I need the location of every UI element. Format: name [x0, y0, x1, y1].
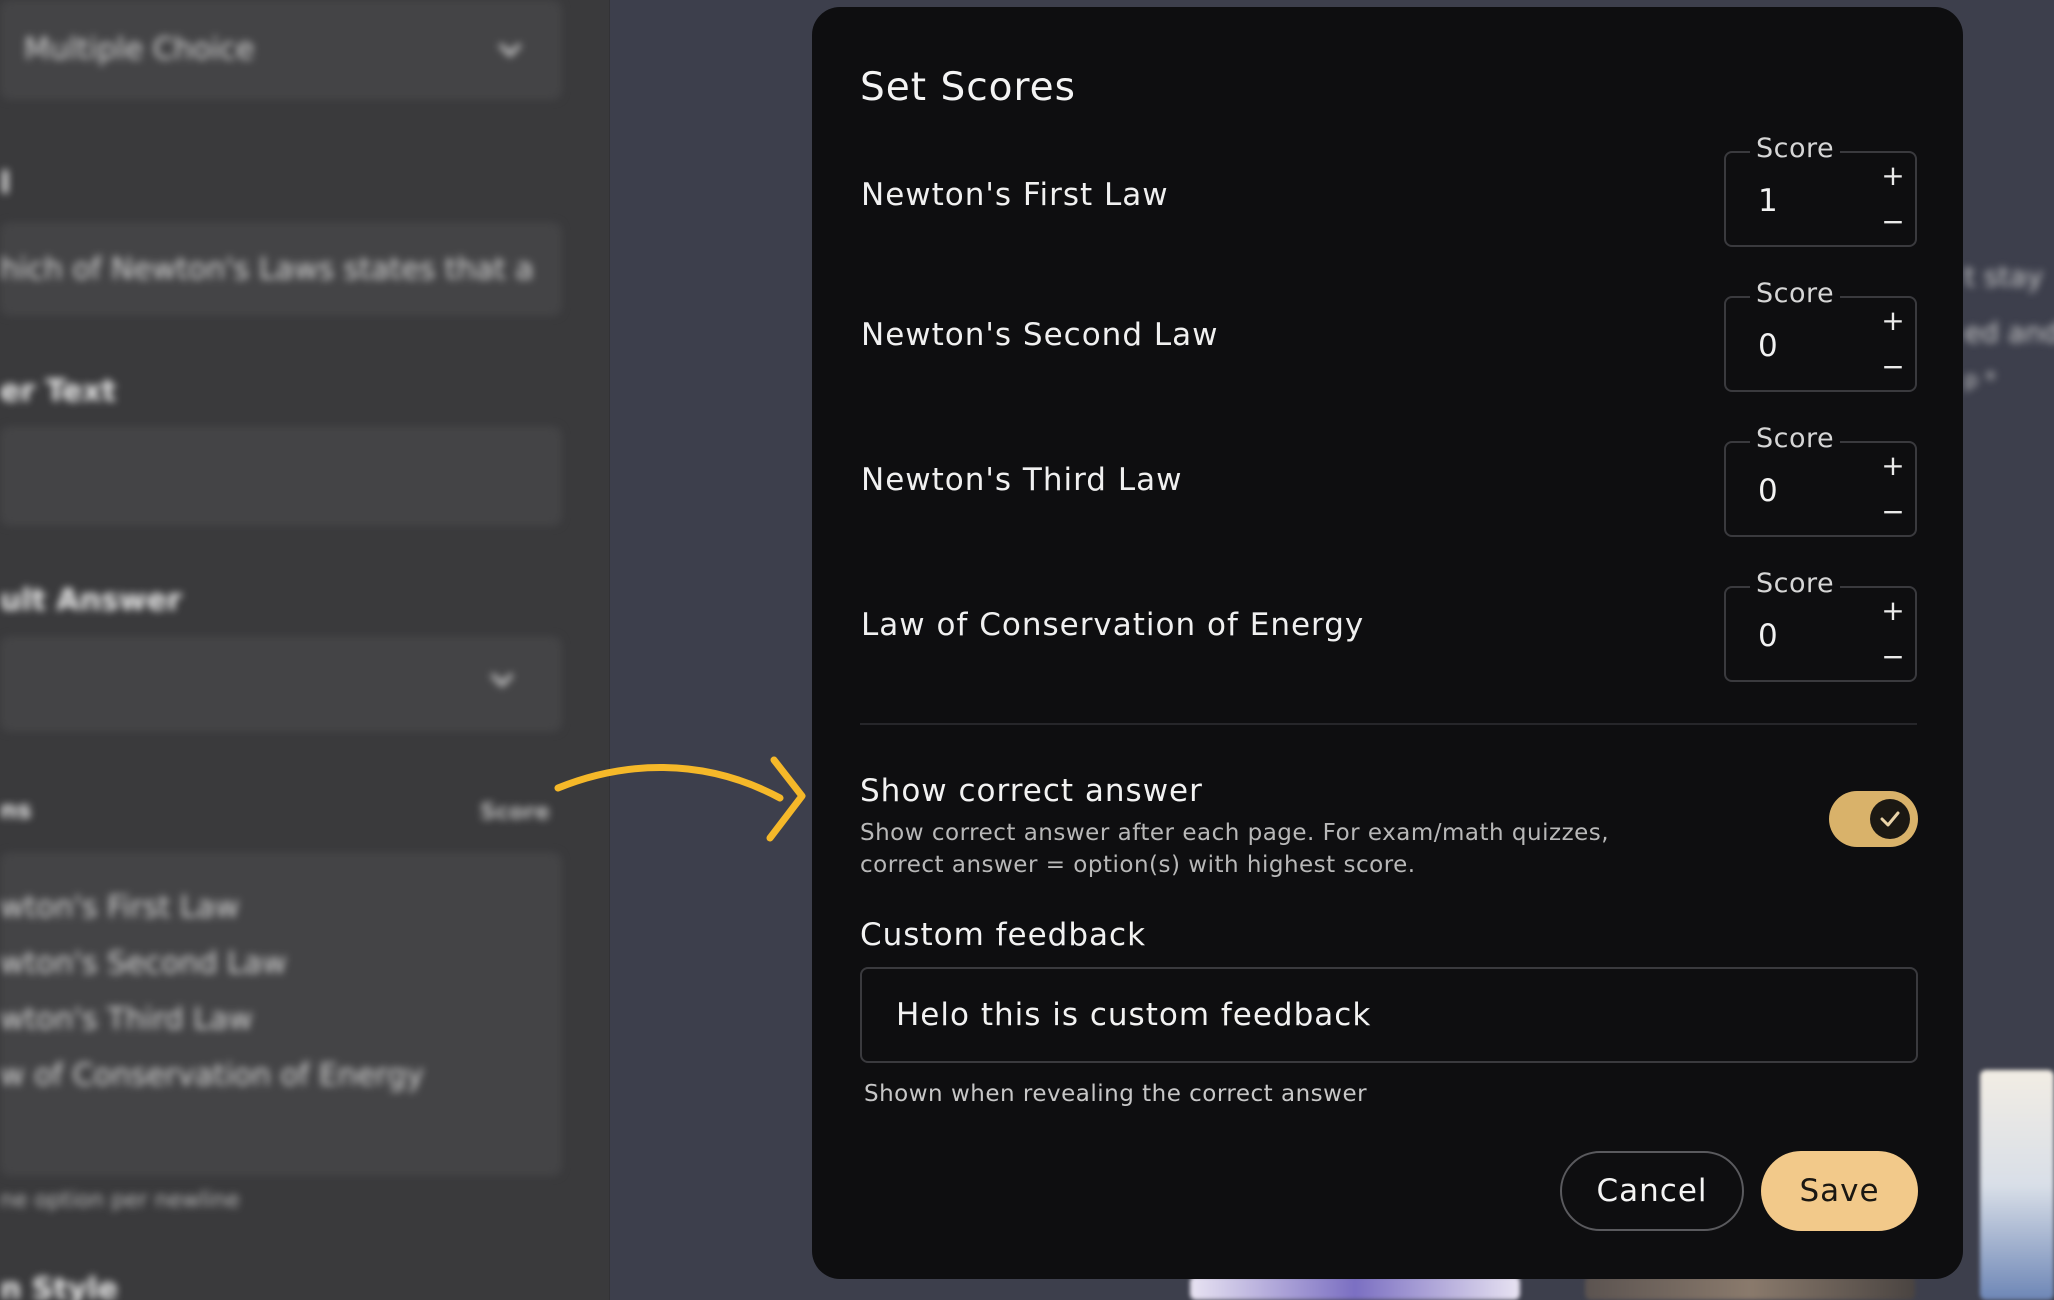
placeholder-text-field	[0, 426, 562, 526]
question-type-value: Multiple Choice	[24, 32, 255, 67]
background-image-card	[1190, 1276, 1520, 1300]
background-text: p *	[1964, 368, 1996, 393]
checkmark-icon	[1880, 811, 1900, 827]
question-type-select: Multiple Choice	[0, 0, 562, 100]
score-value: 0	[1758, 473, 1778, 509]
options-textarea: wton's First Law wton's Second Law wton'…	[0, 852, 562, 1176]
decrement-button[interactable]: −	[1871, 489, 1915, 535]
save-button[interactable]: Save	[1761, 1151, 1918, 1231]
score-value: 0	[1758, 618, 1778, 654]
score-field-label: Score	[1750, 423, 1841, 454]
score-stepper: + −	[1871, 588, 1915, 680]
chevron-down-icon	[490, 664, 514, 688]
show-correct-answer-title: Show correct answer	[860, 773, 1203, 809]
increment-button[interactable]: +	[1871, 298, 1915, 344]
score-field-label: Score	[1750, 568, 1841, 599]
option-label: Newton's Third Law	[861, 462, 1183, 498]
default-answer-label: ult Answer	[0, 583, 182, 618]
score-stepper: + −	[1871, 443, 1915, 535]
option-line: wton's Third Law	[0, 1002, 253, 1037]
background-image-card	[1585, 1276, 1915, 1300]
decrement-button[interactable]: −	[1871, 344, 1915, 390]
score-stepper: + −	[1871, 153, 1915, 245]
background-image-card	[1980, 1070, 2054, 1300]
set-scores-dialog: Set Scores Newton's First Law Score 1 + …	[812, 7, 1963, 1279]
question-label: l	[0, 166, 11, 201]
score-stepper: + −	[1871, 298, 1915, 390]
score-input[interactable]: Score 0 + −	[1724, 568, 1917, 682]
custom-feedback-label: Custom feedback	[860, 917, 1147, 953]
chevron-down-icon	[498, 34, 522, 58]
increment-button[interactable]: +	[1871, 588, 1915, 634]
score-link: Score	[480, 800, 550, 825]
option-label: Newton's First Law	[861, 177, 1169, 213]
arrow-annotation-icon	[554, 756, 806, 842]
increment-button[interactable]: +	[1871, 443, 1915, 489]
custom-feedback-input[interactable]	[860, 967, 1918, 1063]
dialog-title: Set Scores	[860, 65, 1076, 110]
placeholder-text-label: er Text	[0, 374, 117, 409]
custom-feedback-helper: Shown when revealing the correct answer	[864, 1081, 1368, 1107]
question-text-value: hich of Newton's Laws states that a	[0, 252, 534, 287]
score-field-label: Score	[1750, 133, 1841, 164]
option-label: Law of Conservation of Energy	[861, 607, 1365, 643]
background-text: t stay	[1964, 260, 2044, 293]
decrement-button[interactable]: −	[1871, 634, 1915, 680]
decrement-button[interactable]: −	[1871, 199, 1915, 245]
toggle-knob	[1870, 799, 1910, 839]
background-text: ed and	[1964, 316, 2054, 349]
option-line: wton's Second Law	[0, 946, 287, 981]
show-correct-answer-description: Show correct answer after each page. For…	[860, 820, 1610, 878]
score-input[interactable]: Score 0 + −	[1724, 278, 1917, 392]
score-value: 1	[1758, 183, 1778, 219]
option-line: wton's First Law	[0, 890, 240, 925]
option-line: w of Conservation of Energy	[0, 1058, 424, 1093]
style-label: n Style	[0, 1272, 118, 1300]
increment-button[interactable]: +	[1871, 153, 1915, 199]
show-correct-answer-toggle[interactable]	[1829, 791, 1918, 847]
options-label: ns	[0, 796, 32, 824]
default-answer-select	[0, 636, 562, 732]
question-text-field: hich of Newton's Laws states that a	[0, 222, 562, 316]
score-value: 0	[1758, 328, 1778, 364]
divider	[860, 723, 1917, 725]
cancel-button[interactable]: Cancel	[1560, 1151, 1744, 1231]
score-input[interactable]: Score 0 + −	[1724, 423, 1917, 537]
options-helper: ne option per newline	[0, 1188, 240, 1213]
editor-panel: Multiple Choice l hich of Newton's Laws …	[0, 0, 610, 1300]
score-input[interactable]: Score 1 + −	[1724, 133, 1917, 247]
option-label: Newton's Second Law	[861, 317, 1219, 353]
score-field-label: Score	[1750, 278, 1841, 309]
